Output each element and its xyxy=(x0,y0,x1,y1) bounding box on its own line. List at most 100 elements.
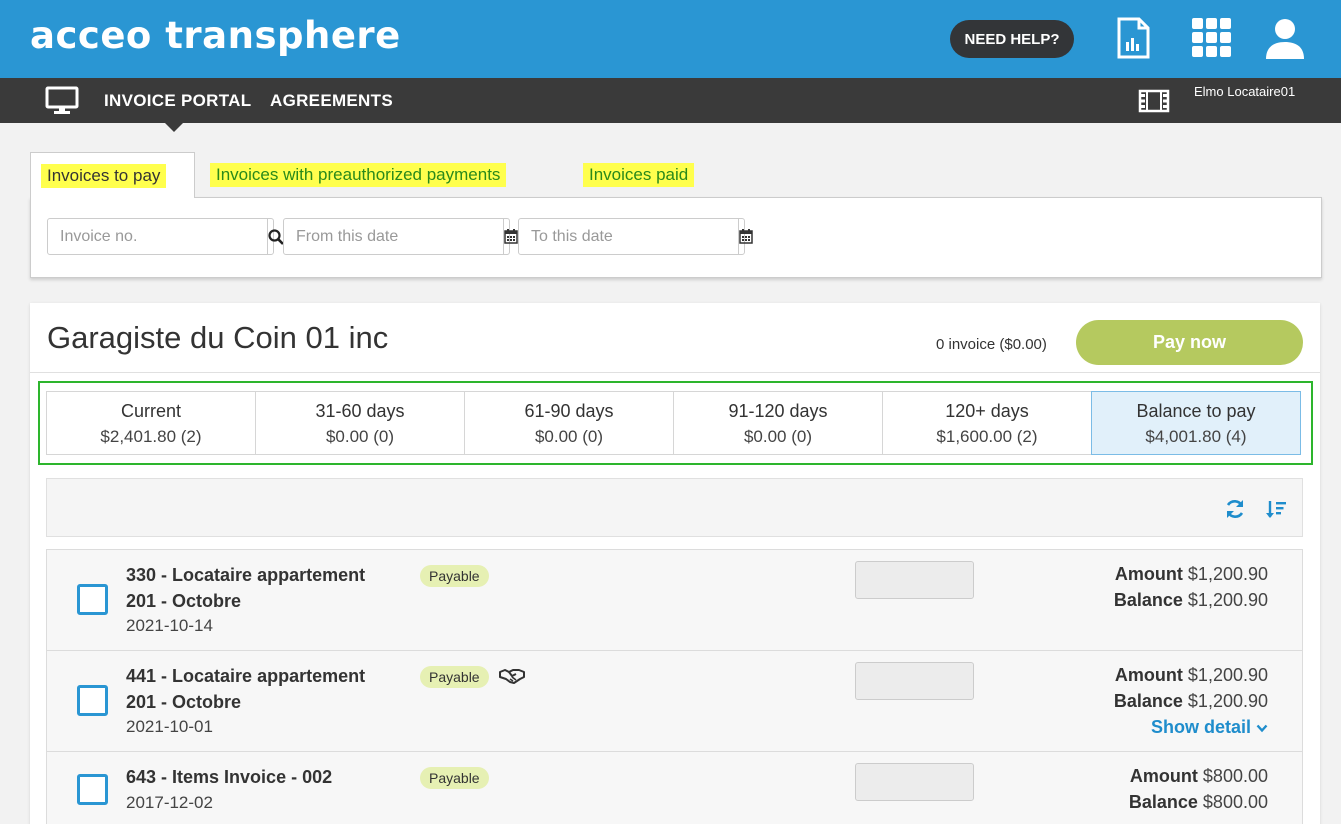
aging-label: 120+ days xyxy=(945,401,1029,421)
invoice-search-group xyxy=(47,218,284,255)
active-nav-caret xyxy=(164,122,184,132)
balance-label: Balance xyxy=(1128,792,1198,812)
tab-label: Invoices paid xyxy=(583,163,695,187)
aging-120-plus[interactable]: 120+ days $1,600.00 (2) xyxy=(882,391,1092,455)
vendor-name: Garagiste du Coin 01 inc xyxy=(47,320,389,355)
list-toolbar xyxy=(46,478,1303,537)
invoice-number-input[interactable] xyxy=(48,219,267,254)
invoice-balance: Balance $1,200.90 xyxy=(1114,590,1268,611)
vendor-panel: Garagiste du Coin 01 inc 0 invoice ($0.0… xyxy=(30,303,1320,824)
monitor-icon xyxy=(45,86,79,114)
tab-label: Invoices to pay xyxy=(41,163,167,188)
aging-label: 31-60 days xyxy=(315,401,405,421)
aging-label: Current xyxy=(120,401,182,421)
invoice-checkbox[interactable] xyxy=(77,685,108,716)
invoice-row[interactable]: 441 - Locataire appartement 201 - Octobr… xyxy=(46,650,1303,752)
invoice-date: 2017-12-02 xyxy=(126,793,213,812)
aging-value: $1,600.00 (2) xyxy=(936,427,1038,446)
invoice-title-line2: 201 - Octobre xyxy=(126,692,242,712)
tab-invoices-to-pay[interactable]: Invoices to pay xyxy=(30,152,195,198)
chevron-down-icon xyxy=(1256,724,1268,733)
nav-agreements[interactable]: AGREEMENTS xyxy=(270,91,393,111)
to-date-picker-button[interactable] xyxy=(738,219,753,254)
user-name[interactable]: Elmo Locataire01 xyxy=(1194,84,1295,99)
aging-current[interactable]: Current $2,401.80 (2) xyxy=(46,391,256,455)
aging-label: Balance to pay xyxy=(1136,401,1256,421)
from-date-input[interactable] xyxy=(284,219,503,254)
payment-amount-input[interactable] xyxy=(855,561,974,599)
selected-invoice-summary: 0 invoice ($0.00) xyxy=(936,336,1047,353)
payment-amount-input[interactable] xyxy=(855,763,974,801)
to-date-input[interactable] xyxy=(519,219,738,254)
payment-amount-input[interactable] xyxy=(855,662,974,700)
calendar-icon xyxy=(739,229,753,244)
nav-invoice-portal[interactable]: INVOICE PORTAL xyxy=(104,91,251,111)
header-divider xyxy=(30,372,1320,373)
tab-invoices-paid[interactable]: Invoices paid xyxy=(583,152,695,198)
from-date-picker-button[interactable] xyxy=(503,219,518,254)
amount-value: $1,200.90 xyxy=(1187,665,1268,685)
from-date-group xyxy=(283,218,518,255)
balance-value: $800.00 xyxy=(1202,792,1268,812)
invoice-amount: Amount $800.00 xyxy=(1130,766,1268,787)
refresh-icon[interactable] xyxy=(1224,498,1246,520)
amount-label: Amount xyxy=(1129,766,1198,786)
aging-61-90[interactable]: 61-90 days $0.00 (0) xyxy=(464,391,674,455)
tab-label: Invoices with preauthorized payments xyxy=(210,163,507,187)
invoice-amount: Amount $1,200.90 xyxy=(1115,665,1268,686)
invoice-row[interactable]: 330 - Locataire appartement 201 - Octobr… xyxy=(46,549,1303,651)
apps-grid-icon[interactable] xyxy=(1190,16,1234,60)
top-header-bar: acceo transphere NEED HELP? xyxy=(0,0,1341,78)
handshake-icon xyxy=(499,669,525,684)
invoice-title-line1: 643 - Items Invoice - 002 xyxy=(126,767,333,787)
need-help-button[interactable]: NEED HELP? xyxy=(950,20,1074,58)
status-badge: Payable xyxy=(420,666,489,688)
invoice-title: 330 - Locataire appartement 201 - Octobr… xyxy=(126,562,365,614)
aging-label: 61-90 days xyxy=(524,401,614,421)
aging-value: $2,401.80 (2) xyxy=(100,427,202,446)
status-badge: Payable xyxy=(420,565,489,587)
amount-label: Amount xyxy=(1114,564,1183,584)
aging-value: $0.00 (0) xyxy=(743,427,813,446)
invoice-balance: Balance $1,200.90 xyxy=(1114,691,1268,712)
tab-preauthorized-payments[interactable]: Invoices with preauthorized payments xyxy=(210,152,507,198)
balance-value: $1,200.90 xyxy=(1187,691,1268,711)
show-detail-label: Show detail xyxy=(1150,717,1251,737)
pay-now-button[interactable]: Pay now xyxy=(1076,320,1303,365)
amount-value: $800.00 xyxy=(1202,766,1268,786)
aging-summary: Current $2,401.80 (2) 31-60 days $0.00 (… xyxy=(38,381,1313,465)
aging-31-60[interactable]: 31-60 days $0.00 (0) xyxy=(255,391,465,455)
to-date-group xyxy=(518,218,753,255)
invoice-title-line2: 201 - Octobre xyxy=(126,591,242,611)
invoice-date: 2021-10-01 xyxy=(126,717,213,736)
invoice-checkbox[interactable] xyxy=(77,584,108,615)
invoice-title-line1: 330 - Locataire appartement xyxy=(126,565,366,585)
app-logo[interactable]: acceo transphere xyxy=(30,14,401,57)
invoice-row[interactable]: 643 - Items Invoice - 002 2017-12-02 Pay… xyxy=(46,751,1303,824)
balance-label: Balance xyxy=(1113,590,1183,610)
search-icon xyxy=(268,228,284,245)
invoice-date: 2021-10-14 xyxy=(126,616,213,635)
aging-value: $0.00 (0) xyxy=(325,427,395,446)
invoice-amount: Amount $1,200.90 xyxy=(1115,564,1268,585)
invoice-title: 441 - Locataire appartement 201 - Octobr… xyxy=(126,663,365,715)
filter-panel xyxy=(30,197,1322,278)
aging-value: $4,001.80 (4) xyxy=(1145,427,1247,446)
amount-value: $1,200.90 xyxy=(1187,564,1268,584)
amount-label: Amount xyxy=(1114,665,1183,685)
balance-label: Balance xyxy=(1113,691,1183,711)
invoice-checkbox[interactable] xyxy=(77,774,108,805)
user-profile-icon[interactable] xyxy=(1263,16,1307,60)
show-detail-link[interactable]: Show detail xyxy=(1151,717,1268,738)
status-badge: Payable xyxy=(420,767,489,789)
calendar-icon xyxy=(504,229,518,244)
aging-91-120[interactable]: 91-120 days $0.00 (0) xyxy=(673,391,883,455)
invoice-title: 643 - Items Invoice - 002 xyxy=(126,764,332,790)
aging-label: 91-120 days xyxy=(728,401,828,421)
report-document-icon[interactable] xyxy=(1111,16,1155,60)
sort-icon[interactable] xyxy=(1265,498,1287,520)
film-icon[interactable] xyxy=(1138,89,1170,113)
search-button[interactable] xyxy=(267,219,284,254)
aging-balance-to-pay[interactable]: Balance to pay $4,001.80 (4) xyxy=(1091,391,1301,455)
aging-value: $0.00 (0) xyxy=(534,427,604,446)
